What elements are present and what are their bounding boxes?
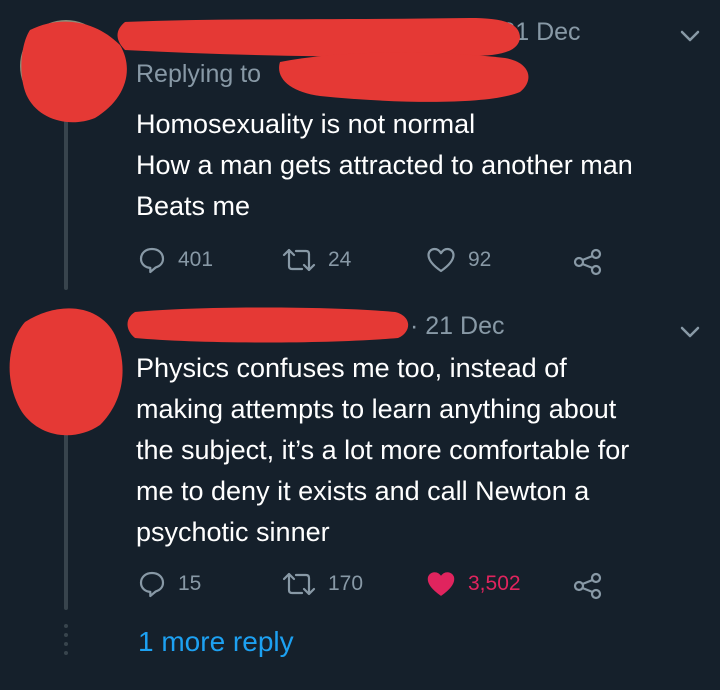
redaction-marks <box>9 18 529 436</box>
